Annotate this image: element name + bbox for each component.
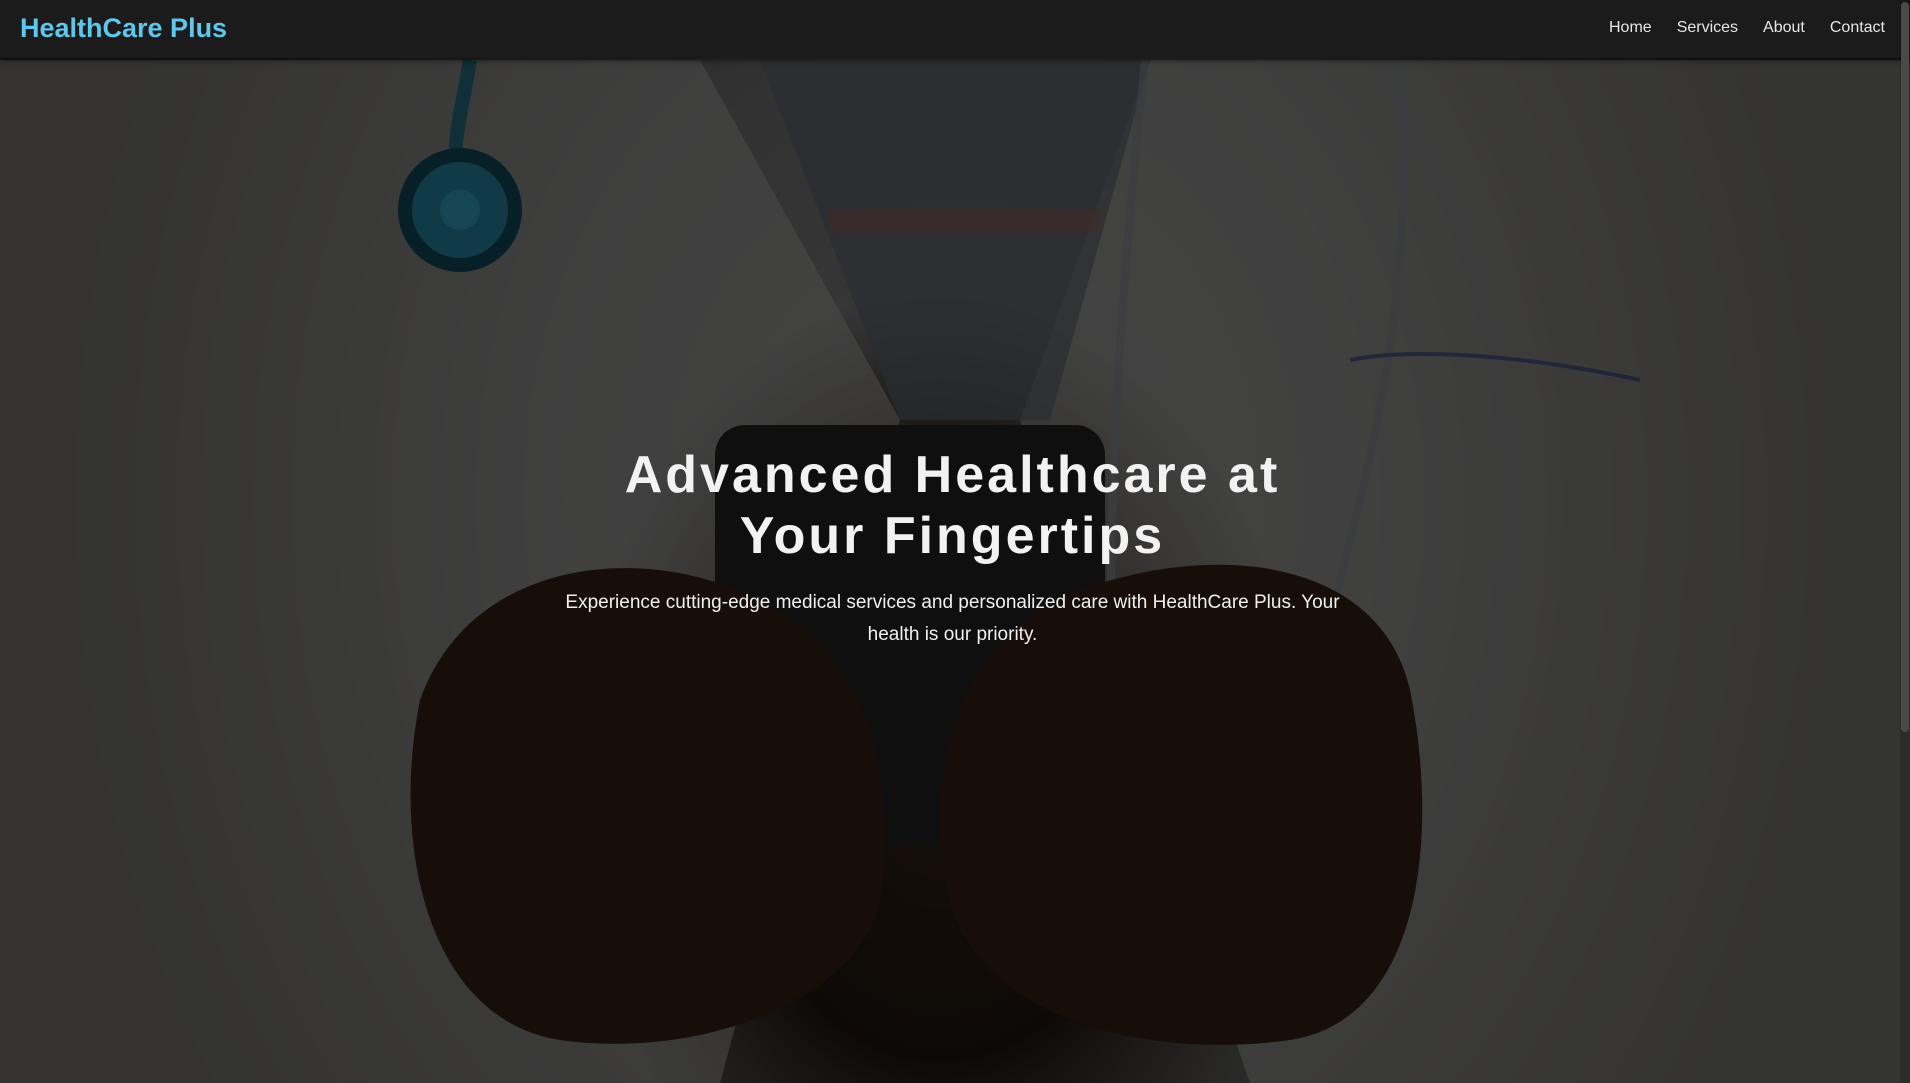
hero-subtitle: Experience cutting-edge medical services… [565,592,1340,645]
top-navbar: HealthCare Plus Home Services About Cont… [0,0,1910,58]
vertical-scrollbar[interactable] [1900,0,1910,1083]
page: HealthCare Plus Home Services About Cont… [0,0,1910,1083]
brand-logo[interactable]: HealthCare Plus [20,12,227,44]
scrollbar-thumb[interactable] [1901,2,1909,732]
nav-link-home[interactable]: Home [1609,18,1652,38]
nav-link-about[interactable]: About [1763,18,1805,38]
nav-links: Home Services About Contact [1609,18,1885,38]
nav-link-contact[interactable]: Contact [1830,18,1885,38]
hero-title: Advanced Healthcare at Your Fingertips [624,446,1281,565]
hero-section: Advanced Healthcare at Your Fingertips E… [555,445,1350,651]
nav-link-services[interactable]: Services [1677,18,1738,38]
